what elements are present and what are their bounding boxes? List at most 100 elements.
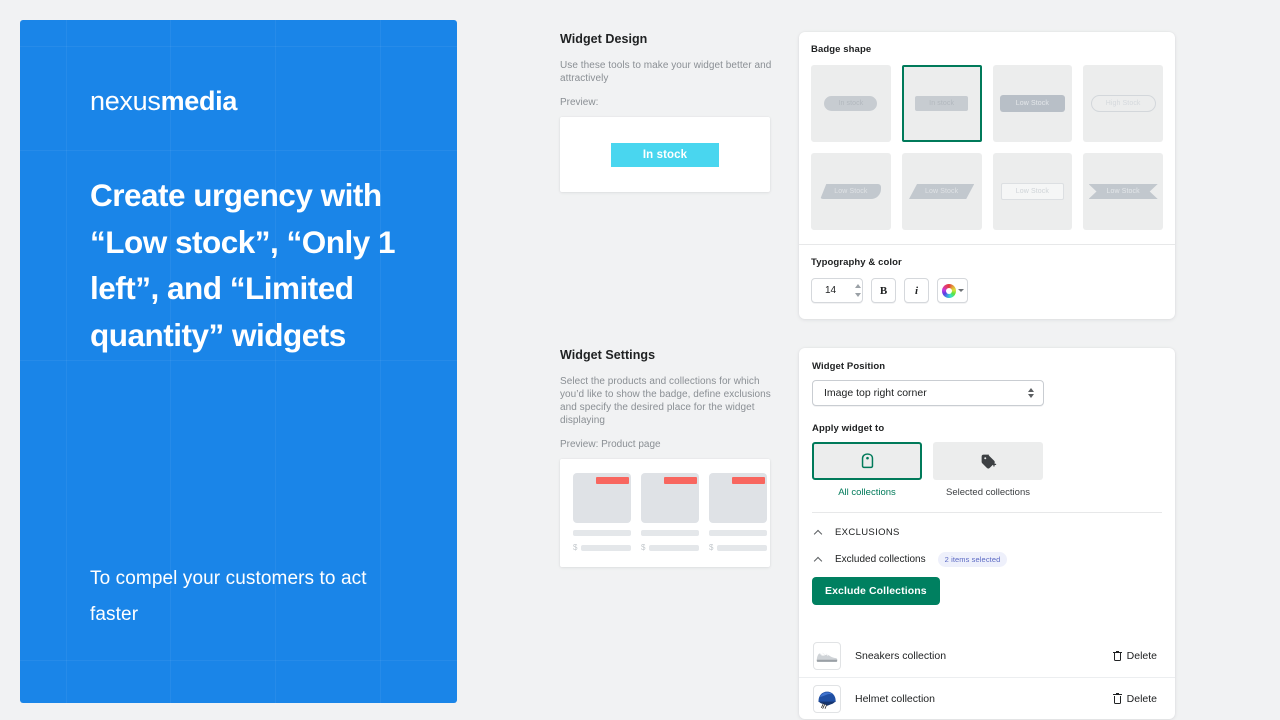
widget-settings-body: Widget Position Image top right corner A… — [799, 348, 1175, 621]
font-size-stepper[interactable]: 14 — [811, 278, 863, 303]
badge-shape-option-rect[interactable]: In stock — [901, 65, 982, 142]
chevron-up-icon[interactable] — [812, 527, 823, 538]
widget-position-value: Image top right corner — [824, 387, 927, 399]
mock-price-row: $ — [641, 543, 699, 552]
typography-title: Typography & color — [811, 257, 902, 268]
badge-preview-box: In stock — [560, 117, 770, 192]
widget-settings-preview-label: Preview: Product page — [560, 439, 661, 450]
trash-icon — [1112, 693, 1122, 704]
typography-section: Typography & color 14 B i — [799, 245, 1175, 319]
settings-rail: Badge shape In stock In stock Low Stock … — [799, 0, 1175, 720]
tag-icon — [861, 453, 873, 469]
badge-shape-option-box[interactable]: Low Stock — [992, 153, 1073, 230]
brand-logo-light: nexus — [90, 86, 161, 116]
mock-product-card: $ — [709, 473, 767, 552]
delete-label: Delete — [1126, 692, 1157, 705]
apply-widget-options: All collections Selected collections — [812, 442, 1162, 498]
typography-toolbar: 14 B i — [811, 278, 1163, 303]
badge-shape-label: Low Stock — [909, 184, 974, 199]
delete-button[interactable]: Delete — [1112, 650, 1167, 662]
badge-shape-option-skew[interactable]: Low Stock — [901, 153, 982, 230]
apply-option-all-collections[interactable]: All collections — [812, 442, 922, 498]
widget-settings-description: Widget Settings Select the products and … — [560, 348, 786, 567]
stepper-arrows[interactable] — [845, 281, 861, 300]
widget-design-desc: Use these tools to make your widget bett… — [560, 60, 772, 84]
badge-shape-label: High Stock — [1090, 95, 1156, 112]
chevron-down-icon — [957, 289, 964, 292]
color-picker-button[interactable] — [937, 278, 968, 303]
sneaker-image — [813, 642, 841, 670]
apply-option-selected-tile[interactable] — [933, 442, 1043, 480]
mock-product-image — [709, 473, 767, 523]
badge-shape-grid: In stock In stock Low Stock High Stock L… — [811, 65, 1163, 230]
hero-headline: Create urgency with “Low stock”, “Only 1… — [90, 177, 396, 353]
exclusions-title: EXCLUSIONS — [835, 527, 900, 538]
italic-button[interactable]: i — [904, 278, 929, 303]
brand-logo-bold: media — [160, 86, 238, 116]
widget-position-select[interactable]: Image top right corner — [812, 380, 1044, 406]
apply-option-all-tile[interactable] — [812, 442, 922, 480]
description-rail: Widget Design Use these tools to make yo… — [560, 0, 786, 720]
widget-settings-title: Widget Settings — [560, 348, 656, 362]
mock-product-image — [573, 473, 631, 523]
excluded-collections-header[interactable]: Excluded collections 2 items selected — [812, 552, 1162, 567]
chevron-up-icon[interactable] — [812, 554, 823, 565]
trash-icon — [1112, 650, 1122, 662]
tag-plus-icon — [981, 454, 996, 469]
widget-design-title: Widget Design — [560, 32, 648, 46]
badge-shape-label: Low Stock — [1000, 183, 1064, 200]
table-row[interactable]: Helmet collection Delete — [799, 677, 1175, 719]
mock-title-line — [641, 530, 699, 536]
mock-currency-icon: $ — [641, 543, 646, 552]
screen-root: nexusmedia Create urgency with “Low stoc… — [0, 0, 1280, 720]
badge-shape-label: In stock — [824, 96, 878, 111]
stepper-up-icon[interactable] — [855, 283, 861, 288]
table-row[interactable]: Sneakers collection Delete — [799, 635, 1175, 677]
hero-subline: To compel your customers to act faster — [90, 568, 367, 625]
mock-badge-flag — [664, 477, 697, 484]
mock-currency-icon: $ — [573, 543, 578, 552]
delete-button[interactable]: Delete — [1112, 692, 1167, 705]
mock-title-line — [709, 530, 767, 536]
mock-product-card: $ — [641, 473, 699, 552]
badge-shape-section: Badge shape In stock In stock Low Stock … — [799, 32, 1175, 244]
badge-shape-option-pill[interactable]: In stock — [811, 65, 891, 142]
badge-shape-option-ribbon[interactable]: Low Stock — [1083, 153, 1163, 230]
delete-label: Delete — [1126, 650, 1157, 662]
collection-name: Helmet collection — [855, 692, 935, 705]
mock-price-row: $ — [709, 543, 767, 552]
badge-shape-label: Low Stock — [820, 184, 882, 199]
mock-price-row: $ — [573, 543, 631, 552]
badge-shape-option-outline[interactable]: High Stock — [1083, 65, 1163, 142]
hero-panel: nexusmedia Create urgency with “Low stoc… — [20, 20, 457, 703]
mock-product-card: $ — [573, 473, 631, 552]
apply-option-all-caption: All collections — [838, 487, 896, 498]
badge-shape-option-tag-left[interactable]: Low Stock — [811, 153, 891, 230]
badge-design-card: Badge shape In stock In stock Low Stock … — [799, 32, 1175, 319]
mock-badge-flag — [596, 477, 629, 484]
bold-button[interactable]: B — [871, 278, 896, 303]
exclusions-header[interactable]: EXCLUSIONS — [812, 527, 1162, 538]
excluded-collections-list: Sneakers collection Delete Helmet collec… — [799, 635, 1175, 719]
widget-position-label: Widget Position — [812, 361, 886, 372]
apply-option-selected-collections[interactable]: Selected collections — [933, 442, 1043, 498]
font-size-value: 14 — [825, 285, 837, 296]
badge-shape-label: Low Stock — [1089, 184, 1158, 199]
mock-product-image — [641, 473, 699, 523]
mock-price-bar — [581, 544, 631, 551]
widget-settings-desc: Select the products and collections for … — [560, 376, 771, 426]
exclude-collections-button[interactable]: Exclude Collections — [812, 577, 940, 605]
mock-badge-flag — [732, 477, 765, 484]
sneaker-icon — [816, 652, 838, 662]
badge-preview-chip: In stock — [610, 142, 720, 167]
helmet-image — [813, 684, 841, 713]
collection-name: Sneakers collection — [855, 650, 947, 662]
apply-widget-label: Apply widget to — [812, 423, 885, 434]
helmet-icon — [818, 691, 836, 709]
mock-currency-icon: $ — [709, 543, 714, 552]
badge-shape-option-solid[interactable]: Low Stock — [992, 65, 1073, 142]
apply-option-selected-caption: Selected collections — [946, 487, 1030, 498]
exclusions-section: EXCLUSIONS Excluded collections 2 items … — [812, 512, 1162, 605]
stepper-down-icon[interactable] — [855, 293, 861, 298]
widget-design-description: Widget Design Use these tools to make yo… — [560, 32, 786, 192]
